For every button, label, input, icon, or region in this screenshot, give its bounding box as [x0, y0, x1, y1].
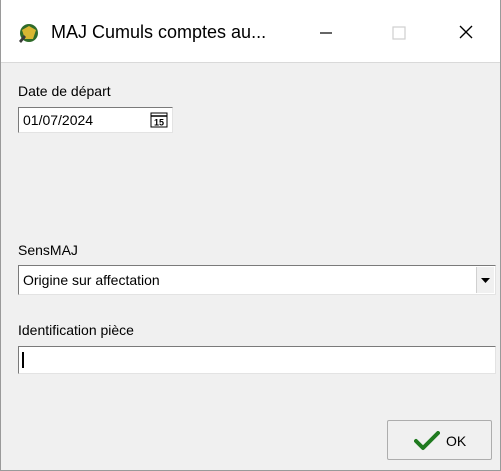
date-field[interactable]: 01/07/2024 15	[18, 107, 173, 133]
titlebar-divider	[1, 62, 500, 63]
text-caret	[22, 352, 24, 368]
calendar-icon[interactable]: 15	[150, 112, 168, 128]
sens-selected-value[interactable]: Origine sur affectation	[23, 272, 160, 288]
app-icon	[16, 21, 40, 45]
ok-button[interactable]: OK	[387, 420, 492, 460]
maximize-button[interactable]	[379, 10, 419, 54]
window-title: MAJ Cumuls comptes au...	[51, 22, 267, 42]
ok-label: OK	[446, 433, 467, 449]
dialog-window: MAJ Cumuls comptes au... Date de départ …	[0, 0, 501, 471]
date-value[interactable]: 01/07/2024	[23, 112, 93, 128]
date-label: Date de départ	[18, 83, 111, 99]
title-bar[interactable]: MAJ Cumuls comptes au...	[1, 0, 500, 62]
svg-text:15: 15	[154, 118, 164, 128]
close-button[interactable]	[446, 10, 486, 54]
sens-select[interactable]: Origine sur affectation	[18, 265, 496, 295]
sens-label: SensMAJ	[18, 242, 78, 258]
dropdown-arrow-icon[interactable]	[476, 267, 494, 293]
ident-label: Identification pièce	[18, 322, 134, 338]
checkmark-icon	[414, 431, 440, 451]
ident-input[interactable]	[18, 346, 496, 374]
minimize-button[interactable]	[306, 10, 346, 54]
